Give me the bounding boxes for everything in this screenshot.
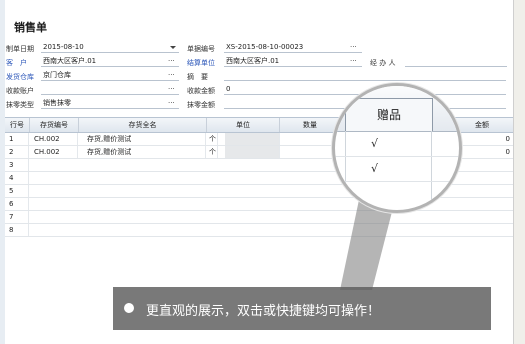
col-code[interactable]: 存货编号 <box>30 118 79 132</box>
row-no-cell: 2 <box>5 146 29 158</box>
tip-text: 更直观的展示，双击或快捷键均可操作！ <box>146 304 381 319</box>
col-unit[interactable]: 单位 <box>207 118 280 132</box>
row-no-cell: 4 <box>5 172 29 184</box>
discount-type-picker-icon[interactable]: ··· <box>168 99 175 107</box>
row-no-cell: 1 <box>5 133 29 145</box>
table-row[interactable]: 8 <box>5 224 513 237</box>
discount-type-field[interactable]: 销售抹零 <box>41 98 179 109</box>
name-cell[interactable]: 存货,赠价测试 <box>79 146 206 158</box>
handler-label: 经 办 人 <box>370 59 396 67</box>
discount-type-label: 抹零类型 <box>6 101 34 109</box>
magnifier-divider <box>431 131 432 210</box>
unit-cell[interactable]: 个 <box>207 146 218 158</box>
gift-check-mark[interactable]: √ <box>371 137 378 150</box>
col-amount[interactable]: 金额 <box>451 118 513 132</box>
doc-no-label: 单据编号 <box>187 45 215 53</box>
unit-shade-cell <box>225 133 280 145</box>
unit-shade-cell <box>225 146 280 158</box>
handler-field[interactable] <box>405 56 507 67</box>
row-no-cell: 6 <box>5 198 29 210</box>
row-no-cell: 5 <box>5 185 29 197</box>
row-no-cell: 7 <box>5 211 29 223</box>
bullet-icon <box>124 303 134 313</box>
row-no-cell: 3 <box>5 159 29 171</box>
row-no-cell: 8 <box>5 224 29 236</box>
col-row-no[interactable]: 行号 <box>5 118 30 132</box>
settle-picker-icon[interactable]: ··· <box>350 57 357 65</box>
magnifier-row-line <box>335 156 459 157</box>
amount-label: 收款金额 <box>187 87 215 95</box>
summary-label: 摘 要 <box>187 73 208 81</box>
doc-no-picker-icon[interactable]: ··· <box>350 43 357 51</box>
date-field[interactable]: 2015-08-10 <box>41 42 179 53</box>
account-label: 收款账户 <box>6 87 34 95</box>
tip-banner: 更直观的展示，双击或快捷键均可操作！ <box>113 287 491 330</box>
summary-field[interactable] <box>224 70 506 81</box>
warehouse-label: 发货仓库 <box>6 73 34 81</box>
magnifier-divider <box>345 131 346 210</box>
account-field[interactable] <box>41 84 179 95</box>
date-label: 制单日期 <box>6 45 34 53</box>
magnifier-lens: 赠品 √ √ <box>332 83 462 213</box>
customer-label: 客 户 <box>6 59 27 67</box>
warehouse-field[interactable]: 京门仓库 <box>41 70 179 81</box>
col-name[interactable]: 存货全名 <box>79 118 207 132</box>
code-cell[interactable]: CH.002 <box>30 133 78 145</box>
page-title: 销售单 <box>14 21 47 34</box>
magnifier-row-line <box>335 181 459 182</box>
name-cell[interactable]: 存货,赠价测试 <box>79 133 206 145</box>
table-row[interactable]: 6 <box>5 198 513 211</box>
code-cell[interactable]: CH.002 <box>30 146 78 158</box>
discount-amount-label: 抹零金额 <box>187 101 215 109</box>
gift-check-mark[interactable]: √ <box>371 162 378 175</box>
magnifier-header: 赠品 <box>335 86 459 132</box>
sales-order-window: 销售单 制单日期 2015-08-10 单据编号 XS-2015-08-10-0… <box>0 0 525 344</box>
warehouse-picker-icon[interactable]: ··· <box>168 71 175 79</box>
doc-no-field[interactable]: XS-2015-08-10-00023 <box>224 42 362 53</box>
account-picker-icon[interactable]: ··· <box>168 85 175 93</box>
unit-cell[interactable]: 个 <box>207 133 218 145</box>
gift-column-header[interactable]: 赠品 <box>345 98 433 131</box>
qty-cell[interactable]: 1 <box>280 133 340 145</box>
customer-field[interactable]: 西南大区客户.01 <box>41 56 179 67</box>
col-qty[interactable]: 数量 <box>280 118 341 132</box>
settle-field[interactable]: 西南大区客户.01 <box>224 56 362 67</box>
customer-picker-icon[interactable]: ··· <box>168 57 175 65</box>
date-dropdown-icon[interactable] <box>170 46 176 49</box>
settle-label: 结算单位 <box>187 59 215 67</box>
qty-cell[interactable]: 1 <box>280 146 340 158</box>
table-row[interactable]: 7 <box>5 211 513 224</box>
right-edge <box>513 0 525 344</box>
